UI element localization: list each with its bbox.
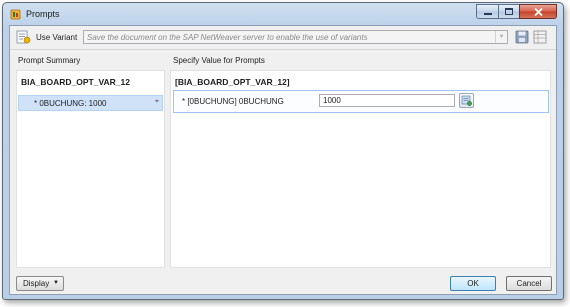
pin-icon[interactable]: ⌖ [155,98,159,106]
table-icon[interactable] [533,30,547,44]
summary-title: BIA_BOARD_OPT_VAR_12 [21,77,130,87]
prompt-value: 1000 [323,96,341,105]
summary-item[interactable]: * 0BUCHUNG: 1000 ⌖ [18,95,163,111]
variant-placeholder: Save the document on the SAP NetWeaver s… [87,33,368,42]
close-button[interactable] [519,4,557,19]
chevron-down-icon[interactable]: ▼ [495,31,507,43]
prompt-row[interactable]: * [0BUCHUNG] 0BUCHUNG 1000 [173,90,549,113]
minimize-icon [483,12,492,15]
prompt-summary-header: Prompt Summary [18,56,81,65]
variant-combo[interactable]: Save the document on the SAP NetWeaver s… [83,30,508,44]
prompts-dialog: Prompts Use Variant Save the document on… [2,2,564,300]
prompt-summary-panel: BIA_BOARD_OPT_VAR_12 * 0BUCHUNG: 1000 ⌖ [16,70,165,268]
display-dropdown[interactable]: Display ▼ [16,276,64,291]
variant-icon [16,30,31,44]
value-help-icon [461,95,472,106]
window-title: Prompts [26,9,60,19]
prompt-label: * [0BUCHUNG] 0BUCHUNG [182,97,284,106]
app-icon [10,9,21,20]
maximize-button[interactable] [498,4,519,19]
ok-button[interactable]: OK [450,276,496,291]
save-icon[interactable] [515,30,529,44]
toolbar-divider [10,49,556,50]
display-label: Display [23,279,50,288]
maximize-icon [505,8,513,15]
close-icon [533,7,543,16]
chevron-down-icon: ▼ [53,280,59,286]
specify-value-panel: [BIA_BOARD_OPT_VAR_12] * [0BUCHUNG] 0BUC… [170,70,551,268]
specify-value-header: Specify Value for Prompts [173,56,265,65]
cancel-button[interactable]: Cancel [506,276,552,291]
title-bar[interactable]: Prompts [3,3,563,25]
use-variant-label: Use Variant [36,33,78,42]
prompts-title: [BIA_BOARD_OPT_VAR_12] [175,77,290,87]
value-help-button[interactable] [459,93,474,108]
prompt-value-input[interactable]: 1000 [319,94,455,107]
dialog-client: Use Variant Save the document on the SAP… [9,25,557,295]
minimize-button[interactable] [476,4,498,19]
toolbar: Use Variant Save the document on the SAP… [10,26,556,50]
summary-item-label: * 0BUCHUNG: 1000 [34,99,107,108]
